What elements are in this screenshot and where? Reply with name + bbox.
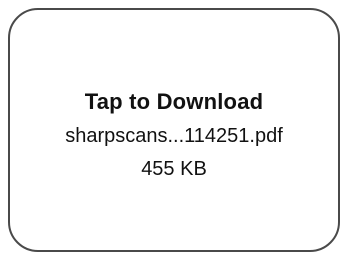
file-name: sharpscans...114251.pdf: [65, 125, 283, 147]
file-size: 455 KB: [141, 158, 207, 180]
tap-to-download-label[interactable]: Tap to Download: [85, 89, 264, 115]
download-card[interactable]: Tap to Download sharpscans...114251.pdf …: [8, 8, 340, 252]
